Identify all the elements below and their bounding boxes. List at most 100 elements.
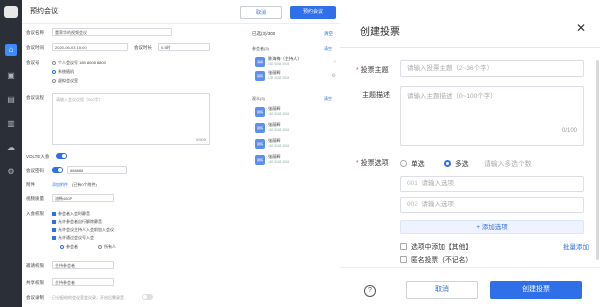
option-input-2[interactable]: 002 请输入选项 bbox=[400, 197, 584, 213]
book-meeting-panel: 预约会议 取消 预约会议 会议名称 董荣华的视频会议 会议时间 2020-06-… bbox=[22, 0, 340, 307]
audience-row: 丽辉 张丽辉 182 5048 3504 bbox=[255, 154, 340, 167]
notify-select[interactable]: 主持参会者 bbox=[52, 261, 114, 269]
group-audience[interactable]: 观众(3) bbox=[252, 96, 265, 102]
cloud-icon[interactable]: ☁ bbox=[5, 142, 17, 154]
agenda-count: 0/500 bbox=[195, 137, 206, 142]
opt-free[interactable]: 虚拟会议室 bbox=[52, 78, 78, 84]
group-participants[interactable]: 参会者(3) bbox=[252, 46, 269, 52]
cancel-button[interactable]: 取消 bbox=[240, 6, 282, 19]
avatar: 丽辉 bbox=[255, 71, 265, 81]
agenda-textarea[interactable]: 请输入会议议程（500字） 0/500 bbox=[52, 93, 210, 145]
desc-count: 0/100 bbox=[561, 128, 577, 134]
video-icon[interactable]: ▣ bbox=[5, 70, 17, 82]
close-icon[interactable]: ✕ bbox=[576, 21, 586, 35]
volte-toggle[interactable] bbox=[56, 153, 67, 159]
attach-link[interactable]: 添加附件 bbox=[52, 182, 68, 188]
add-option-button[interactable]: + 添加选项 bbox=[400, 220, 584, 234]
batch-add-link[interactable]: 批量添加 bbox=[563, 241, 589, 251]
attach-hint: (已有0个附件) bbox=[72, 182, 97, 187]
options-label: * 投票选项 bbox=[356, 160, 389, 167]
remove-icon[interactable]: ○ bbox=[333, 59, 336, 65]
agenda-placeholder: 请输入会议议程（500字） bbox=[56, 97, 103, 102]
participant-row: 丽辉 张丽辉 138 5048 3504 ⚙ bbox=[255, 70, 340, 83]
anonymous-checkbox[interactable]: 匿名投票（不记名） bbox=[400, 254, 472, 264]
participant-phone: 138 5048 3504 bbox=[268, 76, 290, 80]
audience-row: 丽辉 张丽辉 182 5048 3504 bbox=[255, 122, 340, 135]
doc-icon[interactable]: ▤ bbox=[5, 94, 17, 106]
avatar: 丽辉 bbox=[255, 155, 265, 165]
entry-opt-4[interactable]: 允许通过会议号入会 bbox=[52, 235, 94, 241]
record-label: 会议录制 bbox=[26, 295, 44, 300]
entry-opt-3[interactable]: 允许会议主持人入会前加入会议 bbox=[52, 227, 114, 233]
attach-label: 附件 bbox=[26, 182, 35, 187]
participant-phone: 182 5048 3504 bbox=[268, 160, 290, 164]
participant-row: 海梅 陈海梅（主持人） 182 5048 3504 ○ bbox=[255, 56, 340, 69]
help-icon[interactable]: ? bbox=[364, 285, 376, 297]
time-input[interactable]: 2020-06-03 15:00 bbox=[52, 43, 128, 51]
desc-placeholder: 请输入主题描述（0~100个字） bbox=[407, 93, 497, 100]
time-label: 会议时间 bbox=[26, 45, 44, 50]
avatar: 海梅 bbox=[255, 57, 265, 67]
cancel-button[interactable]: 取消 bbox=[406, 281, 478, 299]
gear-icon[interactable]: ⚙ bbox=[332, 73, 336, 79]
multi-radio[interactable]: 多选 bbox=[444, 158, 469, 168]
number-label: 会议号 bbox=[26, 60, 40, 65]
avatar: 丽辉 bbox=[255, 123, 265, 133]
pwd-toggle[interactable] bbox=[52, 167, 63, 173]
scrollbar[interactable] bbox=[596, 60, 599, 260]
duration-select[interactable]: 0.5时 bbox=[158, 43, 210, 51]
opt-personal[interactable]: 个人会议号 189 8008 8800 bbox=[52, 60, 106, 66]
page-title: 预约会议 bbox=[30, 8, 58, 15]
avatar: 丽辉 bbox=[255, 107, 265, 117]
notify-label: 邀请权限 bbox=[26, 263, 44, 268]
divider bbox=[340, 47, 600, 48]
share-label: 共享权限 bbox=[26, 280, 44, 285]
topic-input[interactable]: 请输入投票主题（2~36个字） bbox=[400, 60, 584, 77]
other-option-checkbox[interactable]: 选项中添加【其他】 bbox=[400, 241, 472, 251]
desc-label: 主题描述 bbox=[362, 92, 390, 99]
volte-label: VOLTE入会 bbox=[26, 154, 50, 159]
book-meeting-button[interactable]: 预约会议 bbox=[290, 6, 336, 19]
record-toggle[interactable] bbox=[142, 294, 153, 300]
modal-title: 创建投票 bbox=[360, 27, 400, 38]
option-input-1[interactable]: 001 请输入选项 bbox=[400, 176, 584, 192]
entry-label: 入会权限 bbox=[26, 211, 44, 216]
video-label: 视频质量 bbox=[26, 196, 44, 201]
opt-auto[interactable]: 系统随机 bbox=[52, 69, 74, 75]
group1-clear[interactable]: 清空 bbox=[324, 46, 332, 52]
pwd-input[interactable]: 888888 bbox=[67, 166, 127, 174]
avatar: 丽辉 bbox=[255, 139, 265, 149]
participants-panel: 已选(3)/300 清空 参会者(3) 清空 海梅 陈海梅（主持人） 182 5… bbox=[242, 24, 340, 307]
entry-sub-b[interactable]: 所有人 bbox=[98, 244, 116, 250]
pwd-label: 会议密码 bbox=[26, 168, 44, 173]
single-radio[interactable]: 单选 bbox=[400, 158, 425, 168]
subject-input[interactable]: 董荣华的视频会议 bbox=[52, 28, 172, 36]
duration-label: 会议时长 bbox=[134, 45, 152, 50]
app: ⌂ ▣ ▤ ▥ ☁ ⚙ 预约会议 取消 预约会议 会议名称 董荣华的视频会议 会… bbox=[0, 0, 600, 307]
participant-phone: 182 5048 3504 bbox=[268, 128, 290, 132]
topic-label: * 投票主题 bbox=[356, 67, 389, 74]
share-select[interactable]: 主持参会者 bbox=[52, 278, 114, 286]
audience-row: 丽辉 张丽辉 182 5048 3504 bbox=[255, 138, 340, 151]
app-logo bbox=[4, 6, 18, 18]
left-rail: ⌂ ▣ ▤ ▥ ☁ ⚙ bbox=[0, 0, 22, 307]
multi-count-input[interactable]: 请输入多选个数 bbox=[484, 158, 532, 168]
desc-textarea[interactable]: 请输入主题描述（0~100个字） 0/100 bbox=[400, 86, 584, 146]
agenda-label: 会议议程 bbox=[26, 95, 44, 100]
record-hint: 已分配给的会议室会议录，开启后需录音 bbox=[52, 295, 124, 300]
participant-phone: 182 5048 3504 bbox=[268, 62, 290, 66]
subject-label: 会议名称 bbox=[26, 30, 44, 35]
participants-header: 已选(3)/300 bbox=[252, 31, 276, 36]
entry-opt-2[interactable]: 允许参会者自行解除静音 bbox=[52, 219, 102, 225]
entry-sub-a[interactable]: 参会者 bbox=[60, 244, 78, 250]
gear-icon[interactable]: ⚙ bbox=[5, 166, 17, 178]
home-icon[interactable]: ⌂ bbox=[5, 44, 17, 56]
create-vote-modal: 创建投票 ✕ * 投票主题 请输入投票主题（2~36个字） 主题描述 请输入主题… bbox=[340, 0, 600, 307]
participants-clear[interactable]: 清空 bbox=[324, 31, 333, 37]
group2-clear[interactable]: 清空 bbox=[324, 96, 332, 102]
create-vote-button[interactable]: 创建投票 bbox=[490, 281, 582, 299]
file-icon[interactable]: ▥ bbox=[5, 118, 17, 130]
participant-phone: 182 5048 3504 bbox=[268, 112, 290, 116]
video-select[interactable]: 流畅480P bbox=[52, 194, 114, 202]
entry-opt-1[interactable]: 参会者入会时静音 bbox=[52, 211, 90, 217]
